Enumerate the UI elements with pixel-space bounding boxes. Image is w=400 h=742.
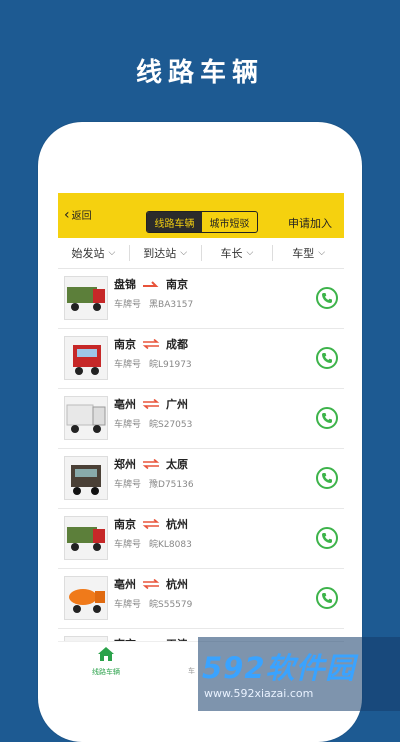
chevron-down-icon: ⌵	[180, 248, 188, 258]
plate-number: 皖L91973	[149, 360, 192, 370]
swap-arrow-icon	[142, 579, 160, 589]
plate-label: 车牌号	[114, 600, 142, 610]
plate-info: 车牌号 皖L91973	[114, 357, 192, 370]
watermark: 592软件园 www.592xiazai.com	[198, 637, 400, 711]
phone-icon	[322, 293, 332, 303]
route-from: 盘锦	[114, 278, 136, 291]
plate-number: 皖KL8083	[149, 540, 192, 550]
route-from: 郑州	[114, 458, 136, 471]
filter-label: 始发站	[71, 247, 105, 260]
route-from: 南京	[114, 518, 136, 531]
plate-info: 车牌号 皖KL8083	[114, 537, 192, 550]
plate-label: 车牌号	[114, 540, 142, 550]
route: 南京 成都	[114, 336, 188, 352]
plate-info: 车牌号 黑BA3157	[114, 297, 193, 310]
plate-info: 车牌号 皖S55579	[114, 597, 192, 610]
list-item[interactable]: 郑州 太原车牌号 豫D75136	[58, 449, 344, 509]
call-button[interactable]	[316, 587, 338, 609]
tab-label: 线路车辆	[92, 668, 120, 676]
chevron-down-icon: ⌵	[246, 248, 254, 258]
swap-arrow-icon	[142, 399, 160, 409]
plate-label: 车牌号	[114, 420, 142, 430]
chevron-down-icon: ⌵	[318, 248, 326, 258]
filter-bar: 始发站 ⌵ 到达站 ⌵ 车长 ⌵ 车型 ⌵	[58, 238, 344, 269]
route: 盘锦 南京	[114, 276, 188, 292]
plate-label: 车牌号	[114, 480, 142, 490]
filter-label: 到达站	[143, 247, 177, 260]
list-item[interactable]: 亳州 广州车牌号 皖S27053	[58, 389, 344, 449]
list-item[interactable]: 南京 杭州车牌号 皖KL8083	[58, 509, 344, 569]
call-button[interactable]	[316, 407, 338, 429]
route-to: 太原	[166, 458, 188, 471]
segment-city-shuttle[interactable]: 城市短驳	[202, 212, 257, 232]
call-button[interactable]	[316, 527, 338, 549]
chevron-left-icon: ‹	[64, 206, 70, 223]
plate-number: 黑BA3157	[149, 300, 194, 310]
vehicle-thumbnail	[64, 396, 108, 440]
route-to: 广州	[166, 398, 188, 411]
phone-icon	[322, 413, 332, 423]
promo-title: 线路车辆	[135, 58, 264, 88]
route-from: 南京	[114, 338, 136, 351]
swap-arrow-icon	[142, 339, 160, 349]
vehicle-thumbnail	[64, 276, 108, 320]
filter-origin[interactable]: 始发站 ⌵	[58, 245, 130, 261]
apply-join-button[interactable]: 申请加入	[288, 215, 332, 231]
segment-control: 线路车辆 城市短驳	[146, 211, 258, 233]
swap-arrow-icon	[142, 459, 160, 469]
segment-route-vehicles[interactable]: 线路车辆	[147, 212, 202, 232]
filter-label: 车型	[292, 247, 315, 260]
call-button[interactable]	[316, 287, 338, 309]
phone-icon	[322, 533, 332, 543]
plate-label: 车牌号	[114, 360, 142, 370]
phone-icon	[322, 473, 332, 483]
route-to: 杭州	[166, 518, 188, 531]
vehicle-thumbnail	[64, 456, 108, 500]
plate-label: 车牌号	[114, 300, 142, 310]
vehicle-list: 盘锦 南京 车牌号 黑BA3157 南京 成都 车牌号 皖L91973 亳州 广州 车牌号 皖S270…	[58, 269, 344, 689]
swap-arrow-icon	[142, 519, 160, 529]
plate-info: 车牌号 皖S27053	[114, 417, 192, 430]
call-button[interactable]	[316, 347, 338, 369]
route-from: 亳州	[114, 578, 136, 591]
plate-number: 皖S55579	[149, 600, 193, 610]
filter-type[interactable]: 车型 ⌵	[273, 245, 344, 261]
route-to: 成都	[166, 338, 188, 351]
watermark-url: www.592xiazai.com	[204, 687, 314, 700]
vehicle-thumbnail	[64, 576, 108, 620]
route: 郑州 太原	[114, 456, 188, 472]
phone-icon	[322, 593, 332, 603]
plate-number: 皖S27053	[149, 420, 193, 430]
arrow-icon	[143, 281, 159, 287]
app-screen: ‹ 返回 线路车辆 城市短驳 申请加入 始发站 ⌵ 到达站 ⌵ 车长 ⌵ 车型 …	[58, 193, 344, 711]
vehicle-thumbnail	[64, 516, 108, 560]
top-bar: ‹ 返回 线路车辆 城市短驳 申请加入	[58, 193, 344, 238]
route: 南京 杭州	[114, 516, 188, 532]
watermark-brand: 592软件园	[202, 651, 356, 685]
tab-faded[interactable]: 车	[188, 666, 195, 676]
plate-number: 豫D75136	[149, 480, 194, 490]
route: 亳州 杭州	[114, 576, 188, 592]
call-button[interactable]	[316, 467, 338, 489]
tab-route-vehicles[interactable]: 线路车辆	[86, 646, 126, 677]
filter-destination[interactable]: 到达站 ⌵	[130, 245, 202, 261]
route-to: 杭州	[166, 578, 188, 591]
back-label: 返回	[71, 211, 92, 222]
back-button[interactable]: ‹ 返回	[64, 206, 92, 223]
phone-icon	[322, 353, 332, 363]
route: 亳州 广州	[114, 396, 188, 412]
list-item[interactable]: 南京 成都车牌号 皖L91973	[58, 329, 344, 389]
filter-length[interactable]: 车长 ⌵	[202, 245, 274, 261]
plate-info: 车牌号 豫D75136	[114, 477, 194, 490]
list-item[interactable]: 盘锦 南京车牌号 黑BA3157	[58, 269, 344, 329]
vehicle-thumbnail	[64, 336, 108, 380]
home-icon	[98, 647, 114, 661]
chevron-down-icon: ⌵	[108, 248, 116, 258]
route-to: 南京	[166, 278, 188, 291]
route-from: 亳州	[114, 398, 136, 411]
filter-label: 车长	[220, 247, 243, 260]
list-item[interactable]: 亳州 杭州车牌号 皖S55579	[58, 569, 344, 629]
